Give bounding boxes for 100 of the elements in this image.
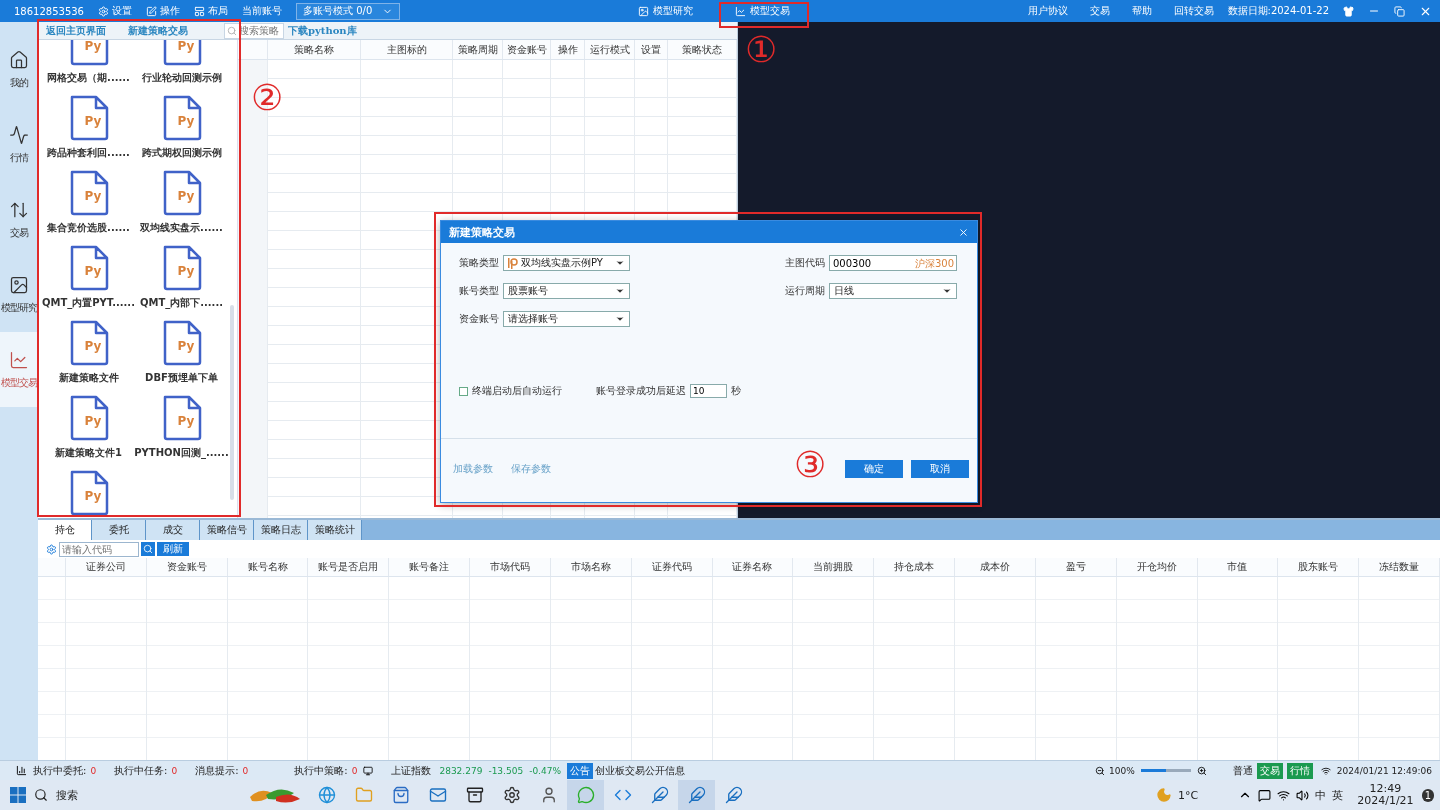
py-label: Py [84,339,102,353]
tab[interactable]: 策略统计 [308,520,362,540]
checkbox-label[interactable]: 终端启动后自动运行 [472,384,562,398]
network-icon[interactable] [1277,788,1291,802]
menu-link[interactable]: 用户协议 [1027,4,1068,18]
select-field[interactable]: 请选择账号 [503,311,630,327]
tab[interactable]: 成交 [146,520,200,540]
field-label: 策略类型 [459,256,499,270]
module-tab[interactable]: 模型交易 [721,4,804,18]
layout-icon [194,5,205,17]
chart-icon [9,349,29,370]
monitor-icon [363,765,374,776]
file-name[interactable]: 跨式期权回测示例 [141,146,222,160]
sidebar-item[interactable]: 行情 [0,107,38,182]
message-icon[interactable] [1258,788,1272,802]
counter-value: 0 [90,765,97,776]
tab[interactable]: 持仓 [38,520,92,540]
file-name[interactable]: 行业轮动回测示例 [141,71,222,85]
tab[interactable]: 委托 [92,520,146,540]
windows-icon[interactable] [10,787,26,803]
account-mode-select[interactable]: 多账号模式 0/0 [296,2,401,20]
checkbox[interactable] [459,386,468,396]
file-name[interactable]: QMT_内部下...... [139,296,224,310]
menu-link[interactable]: 交易 [1089,4,1110,18]
download-link[interactable]: 下载python库 [288,23,357,38]
column-header: 开仓均价 [1116,558,1198,576]
file-name[interactable]: PYTHON回测_...... [134,446,229,460]
back-link[interactable]: 返回主页界面 [46,23,106,38]
select-field[interactable]: 股票账号 [503,283,630,299]
file-name[interactable]: DBF预埋单下单 [145,371,218,385]
feather-icon [724,786,743,804]
file-name[interactable]: 跨品种套利回...... [47,146,130,160]
column-header: 盈亏 [1035,558,1117,576]
sidebar-item[interactable]: 模型研究 [0,257,38,332]
search-button[interactable] [141,542,155,556]
file-name[interactable]: 集合竞价选股...... [47,221,130,235]
sidebar-item[interactable]: 交易 [0,182,38,257]
delay-input[interactable]: 10 [690,384,727,398]
status-badge: 交易 [1256,762,1283,779]
select-field[interactable]: 日线 [829,283,957,299]
taskbar-search[interactable]: 搜索 [26,787,246,803]
menu-link[interactable]: 帮助 [1131,4,1152,18]
counter-label: 消息提示: [195,763,239,778]
maximize-button[interactable] [1394,5,1405,17]
scrollbar-thumb[interactable] [230,305,234,500]
dialog-title: 新建策略交易 [449,224,515,240]
counter-label: 执行中任务: [114,763,168,778]
tab[interactable]: 策略信号 [200,520,254,540]
file-name[interactable]: 网格交易（期...... [47,71,130,85]
column-header: 持仓成本 [874,558,956,576]
zoom-slider[interactable] [1140,769,1191,772]
menu-button[interactable]: 设置 [98,4,132,18]
refresh-button[interactable]: 刷新 [157,542,189,556]
file-name[interactable]: 双均线实盘示...... [140,221,223,235]
py-label: Py [84,114,102,128]
settings-icon[interactable] [46,543,57,555]
chat-icon [576,786,595,804]
menu-button[interactable]: 布局 [194,4,228,18]
counter-label: 执行中委托: [33,763,87,778]
skin-button[interactable] [1343,5,1354,17]
column-header: 设置 [635,40,668,59]
sidebar-item[interactable]: 我的 [0,32,38,107]
column-header: 证券代码 [631,558,713,576]
module-tab[interactable]: 模型研究 [624,4,707,18]
column-header: 股东账号 [1278,558,1360,576]
zoom-in-icon[interactable] [1196,765,1207,776]
input-method[interactable]: 中 [1315,787,1327,803]
sidebar-item[interactable]: 模型交易 [0,332,38,407]
notification-badge[interactable]: 1 [1421,788,1434,802]
file-name[interactable]: 新建策略文件1 [55,446,122,460]
zoom-out-icon[interactable] [1095,765,1106,776]
counter-value: 0 [351,765,358,776]
picture-frame-icon [9,274,29,295]
column-header: 策略名称 [268,40,361,59]
column-header: 策略状态 [668,40,737,59]
caret-icon [615,314,625,324]
field-label: 资金账号 [459,312,499,326]
feather-icon [687,786,706,804]
input-method[interactable]: 英 [1332,787,1344,803]
close-button[interactable] [958,226,969,238]
py-label: Py [84,264,102,278]
py-label: Py [177,414,195,428]
new-strategy-link[interactable]: 新建策略交易 [128,23,188,38]
file-name[interactable]: QMT_内置PYT...... [42,296,135,310]
menu-button[interactable]: 操作 [146,4,180,18]
column-header: 资金账号 [503,40,551,59]
chart-icon [735,5,746,17]
tab[interactable]: 策略日志 [254,520,308,540]
mode-label: 普通 [1232,763,1253,778]
select-field[interactable]: 双均线实盘示例PY [503,255,630,271]
confirm-button[interactable]: 确定 [845,459,903,478]
volume-icon[interactable] [1296,788,1310,802]
py-label: Py [177,189,195,203]
file-name[interactable]: 新建策略文件 [58,371,119,385]
menu-link[interactable]: 回转交易 [1173,4,1214,18]
counter-value: 0 [242,765,249,776]
notice-text[interactable]: 创业板交易公开信息 [595,763,685,778]
field-label: 账号类型 [459,284,499,298]
cancel-button[interactable]: 取消 [911,459,969,478]
code-input[interactable]: 请输入代码 [59,541,139,557]
